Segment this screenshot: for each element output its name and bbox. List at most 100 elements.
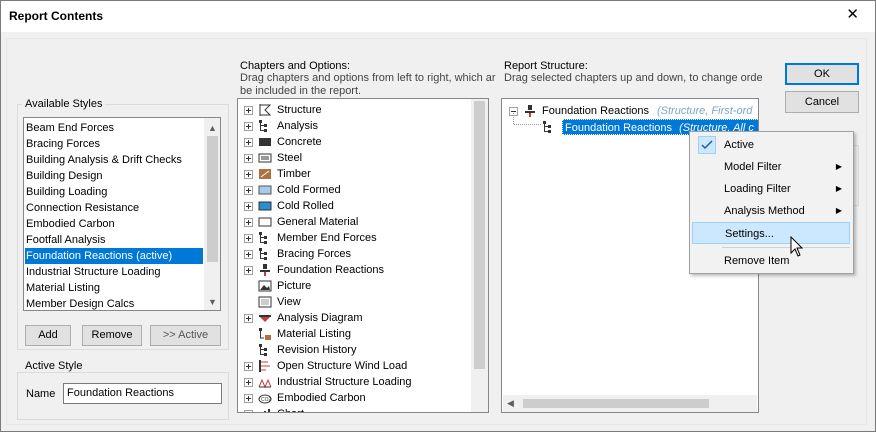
style-list-item[interactable]: Material Listing bbox=[25, 280, 203, 296]
chapter-item[interactable]: Concrete bbox=[244, 134, 470, 150]
chapter-item[interactable]: Structure bbox=[244, 102, 470, 118]
chapter-label: Chart bbox=[277, 406, 304, 412]
expand-icon[interactable] bbox=[244, 138, 253, 147]
chapter-item[interactable]: Steel bbox=[244, 150, 470, 166]
scroll-up-arrow-icon[interactable]: ▲ bbox=[204, 120, 220, 136]
structure-root-note: (Structure, First-ord bbox=[657, 105, 753, 117]
chapter-item[interactable]: View bbox=[244, 294, 470, 310]
active-style-label: Active Style bbox=[22, 360, 86, 372]
scroll-thumb[interactable] bbox=[207, 136, 218, 262]
chapter-item[interactable]: Analysis bbox=[244, 118, 470, 134]
chapter-item[interactable]: Revision History bbox=[244, 342, 470, 358]
chapter-label: Analysis Diagram bbox=[277, 312, 363, 324]
chapter-label: Industrial Structure Loading bbox=[277, 376, 412, 388]
expand-icon[interactable] bbox=[244, 202, 253, 211]
chapter-item[interactable]: Industrial Structure Loading bbox=[244, 374, 470, 390]
chapters-instructions-line1: Drag chapters and options from left to r… bbox=[240, 72, 496, 84]
timber-icon bbox=[259, 169, 271, 179]
scroll-left-arrow-icon[interactable]: ◀ bbox=[507, 398, 514, 409]
expand-icon[interactable] bbox=[244, 250, 253, 259]
chapter-item[interactable]: Material Listing bbox=[244, 326, 470, 342]
style-list-item[interactable]: Industrial Structure Loading bbox=[25, 264, 203, 280]
close-button[interactable]: ✕ bbox=[846, 7, 859, 23]
chapter-item[interactable]: CO2 Embodied Carbon bbox=[244, 390, 470, 406]
chapter-item[interactable]: General Material bbox=[244, 214, 470, 230]
chapter-item[interactable]: Open Structure Wind Load bbox=[244, 358, 470, 374]
style-list-item[interactable]: Building Analysis & Drift Checks bbox=[25, 152, 203, 168]
chapter-label: Revision History bbox=[277, 344, 357, 356]
chapter-item[interactable]: Chart bbox=[244, 406, 470, 412]
menu-item[interactable]: Remove Item bbox=[692, 250, 850, 272]
menu-item-label: Loading Filter bbox=[724, 183, 791, 195]
chapter-label: View bbox=[277, 296, 301, 308]
expand-icon[interactable] bbox=[244, 186, 253, 195]
style-list-item[interactable]: Foundation Reactions (active) bbox=[25, 248, 203, 264]
hscroll-thumb[interactable] bbox=[523, 399, 709, 408]
structure-icon bbox=[259, 104, 272, 116]
expand-icon[interactable] bbox=[244, 106, 253, 115]
chapter-item[interactable]: Timber bbox=[244, 166, 470, 182]
menu-item-label: Active bbox=[724, 139, 754, 151]
chapter-item[interactable]: Bracing Forces bbox=[244, 246, 470, 262]
chapter-item[interactable]: Foundation Reactions bbox=[244, 262, 470, 278]
menu-item[interactable]: Analysis Method ▶ bbox=[692, 200, 850, 222]
expand-icon[interactable] bbox=[244, 122, 253, 131]
chapter-item[interactable]: Member End Forces bbox=[244, 230, 470, 246]
available-styles-list[interactable]: Beam End Forces Bracing Forces Building An… bbox=[23, 117, 221, 311]
scroll-down-arrow-icon[interactable]: ▼ bbox=[204, 294, 220, 310]
view-icon bbox=[258, 296, 272, 308]
chapters-scroll-thumb[interactable] bbox=[474, 101, 485, 369]
add-button[interactable]: Add bbox=[25, 325, 71, 346]
structure-hscrollbar[interactable]: ◀ bbox=[503, 395, 757, 412]
chapter-item[interactable]: Cold Rolled bbox=[244, 198, 470, 214]
expand-icon[interactable] bbox=[244, 170, 253, 179]
style-list-item[interactable]: Footfall Analysis bbox=[25, 232, 203, 248]
chapter-item[interactable]: Picture bbox=[244, 278, 470, 294]
chapters-tree[interactable]: Structure Analysis Concrete Steel Timber Cold… bbox=[237, 98, 489, 413]
expand-icon[interactable] bbox=[244, 378, 253, 387]
style-list-item[interactable]: Connection Resistance bbox=[25, 200, 203, 216]
chapter-label: Timber bbox=[277, 168, 311, 180]
remove-button[interactable]: Remove bbox=[82, 325, 142, 346]
chapter-label: Foundation Reactions bbox=[277, 264, 385, 276]
expand-icon[interactable] bbox=[244, 410, 253, 412]
expand-icon[interactable] bbox=[244, 154, 253, 163]
expand-icon[interactable] bbox=[244, 234, 253, 243]
menu-item[interactable]: Settings... bbox=[692, 222, 850, 244]
tree-icon bbox=[259, 120, 267, 132]
chapter-item[interactable]: Cold Formed bbox=[244, 182, 470, 198]
expand-icon[interactable] bbox=[244, 314, 253, 323]
style-list-item[interactable]: Beam End Forces bbox=[25, 120, 203, 136]
chapter-label: Steel bbox=[277, 152, 303, 164]
expand-icon[interactable] bbox=[244, 394, 253, 403]
menu-item[interactable]: Loading Filter ▶ bbox=[692, 178, 850, 200]
structure-root-node[interactable]: Foundation Reactions (Structure, First-o… bbox=[509, 103, 758, 119]
ok-button[interactable]: OK bbox=[785, 63, 859, 85]
check-icon bbox=[698, 136, 716, 154]
style-list-item[interactable]: Building Design bbox=[25, 168, 203, 184]
style-list-item[interactable]: Member Design Calcs bbox=[25, 296, 203, 310]
expand-icon[interactable] bbox=[244, 266, 253, 275]
expand-icon[interactable] bbox=[244, 362, 253, 371]
expand-icon[interactable] bbox=[244, 218, 253, 227]
menu-item[interactable]: Active bbox=[692, 134, 850, 156]
tree-icon bbox=[259, 232, 267, 244]
chapter-item[interactable]: Analysis Diagram bbox=[244, 310, 470, 326]
wind-icon bbox=[259, 360, 270, 372]
report-contents-dialog: Report Contents ✕ Available Styles Beam … bbox=[0, 0, 876, 432]
cold-formed-icon bbox=[258, 185, 272, 195]
style-list-item[interactable]: Bracing Forces bbox=[25, 136, 203, 152]
style-name-input[interactable]: Foundation Reactions bbox=[63, 383, 222, 404]
styles-scrollbar[interactable]: ▲ ▼ bbox=[204, 118, 220, 310]
style-list-item[interactable]: Embodied Carbon bbox=[25, 216, 203, 232]
style-list-item[interactable]: Building Loading bbox=[25, 184, 203, 200]
structure-child-label: Foundation Reactions bbox=[565, 122, 673, 134]
chapters-scrollbar[interactable] bbox=[471, 99, 488, 412]
menu-item[interactable]: Model Filter ▶ bbox=[692, 156, 850, 178]
chapters-header: Chapters and Options: bbox=[240, 60, 351, 72]
structure-root-label: Foundation Reactions bbox=[542, 105, 650, 117]
cancel-button[interactable]: Cancel bbox=[785, 91, 859, 113]
chapter-label: Structure bbox=[277, 104, 322, 116]
set-active-button[interactable]: >> Active bbox=[150, 325, 221, 346]
menu-item-label: Remove Item bbox=[724, 255, 790, 267]
